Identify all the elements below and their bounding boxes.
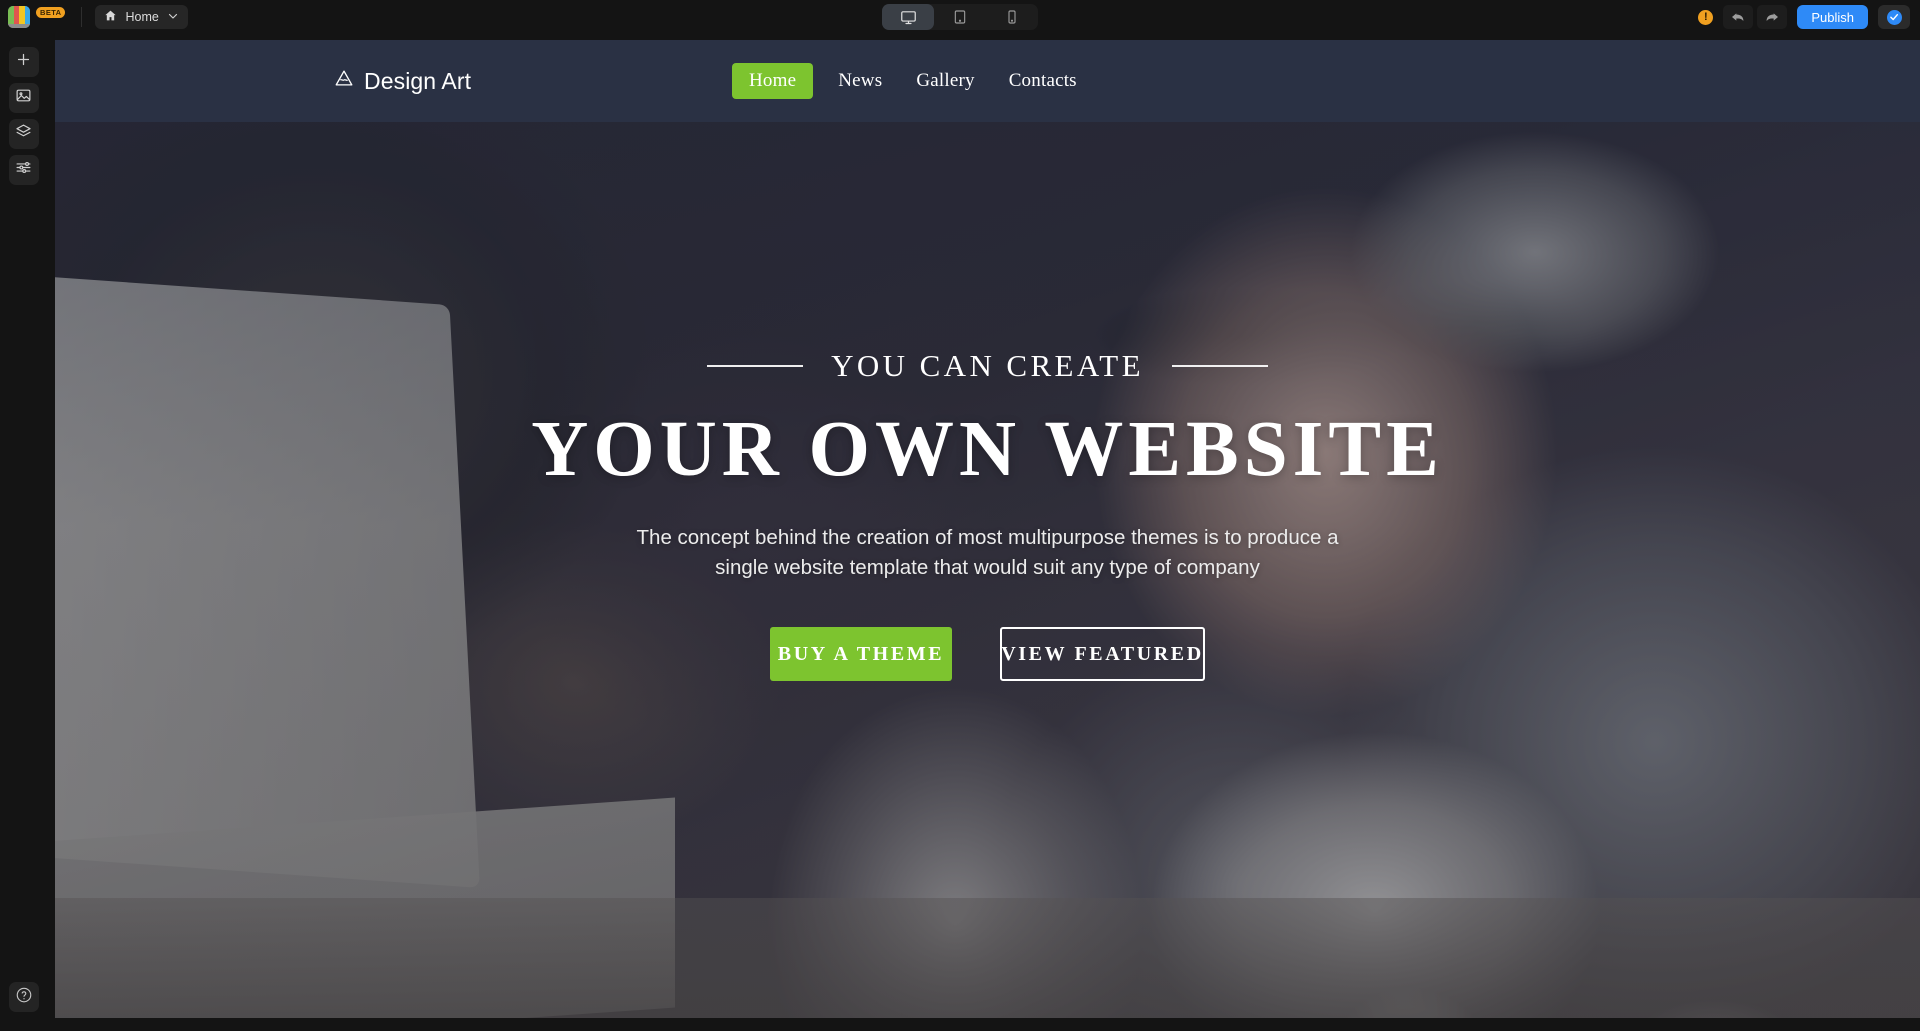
warning-icon[interactable]: ! — [1698, 9, 1714, 25]
hero-content: YOU CAN CREATE YOUR OWN WEBSITE The conc… — [55, 122, 1920, 1018]
top-bar-left-group: BETA Home — [0, 0, 188, 34]
site-nav: Home News Gallery Contacts — [732, 63, 1094, 99]
rail-button-help[interactable] — [8, 982, 39, 1012]
rail-button-settings[interactable] — [8, 155, 39, 185]
sliders-icon — [15, 159, 32, 181]
device-tab-mobile[interactable] — [986, 4, 1038, 30]
nav-item-news[interactable]: News — [821, 63, 899, 99]
hero-eyebrow: YOU CAN CREATE — [831, 348, 1144, 383]
website-builder-app: BETA Home ! Publish Design Art Home News… — [0, 0, 1920, 1031]
check-circle-icon — [1886, 9, 1902, 25]
publish-button[interactable]: Publish — [1797, 5, 1868, 29]
editor-left-rail — [0, 34, 47, 1031]
rail-button-layers[interactable] — [8, 119, 39, 149]
device-tab-tablet[interactable] — [934, 4, 986, 30]
eyebrow-rule-right — [1171, 364, 1268, 367]
layers-icon — [15, 123, 32, 145]
redo-arrow-icon[interactable] — [1757, 5, 1788, 29]
buy-a-theme-button[interactable]: BUY A THEME — [770, 627, 952, 681]
top-bar-divider — [81, 7, 83, 27]
site-brand[interactable]: Design Art — [333, 67, 471, 95]
top-bar-right-group: ! Publish — [1698, 0, 1910, 34]
device-preview-toggle-group — [882, 4, 1038, 30]
undo-arrow-icon[interactable] — [1723, 5, 1754, 29]
nav-item-home[interactable]: Home — [732, 63, 814, 99]
plus-icon — [15, 51, 32, 73]
image-icon — [15, 87, 32, 109]
chevron-down-icon — [167, 10, 179, 25]
page-selector-dropdown[interactable]: Home — [95, 5, 188, 29]
confirm-button[interactable] — [1878, 5, 1910, 29]
editor-top-bar: BETA Home ! Publish — [0, 0, 1920, 34]
nav-item-contacts[interactable]: Contacts — [992, 63, 1094, 99]
site-brand-name: Design Art — [364, 67, 472, 94]
home-icon — [104, 9, 117, 25]
mountain-logo-icon — [333, 67, 355, 95]
hero-button-group: BUY A THEME VIEW FEATURED — [770, 627, 1205, 681]
nav-item-gallery[interactable]: Gallery — [899, 63, 991, 99]
website-preview-canvas[interactable]: Design Art Home News Gallery Contacts YO… — [55, 40, 1920, 1018]
question-mark-circle-icon — [15, 986, 33, 1009]
page-selector-label: Home — [125, 9, 159, 24]
rail-button-add[interactable] — [8, 47, 39, 77]
hero-section[interactable]: YOU CAN CREATE YOUR OWN WEBSITE The conc… — [55, 122, 1920, 1018]
beta-badge: BETA — [36, 7, 66, 18]
view-featured-button[interactable]: VIEW FEATURED — [1000, 627, 1205, 681]
hero-eyebrow-row: YOU CAN CREATE — [707, 350, 1268, 381]
app-logo-icon[interactable] — [8, 6, 30, 28]
hero-title: YOUR OWN WEBSITE — [531, 406, 1444, 493]
eyebrow-rule-left — [707, 364, 804, 367]
hero-subtitle: The concept behind the creation of most … — [636, 526, 1339, 579]
rail-button-media[interactable] — [8, 83, 39, 113]
device-tab-desktop[interactable] — [882, 4, 934, 30]
site-header: Design Art Home News Gallery Contacts — [55, 40, 1920, 122]
